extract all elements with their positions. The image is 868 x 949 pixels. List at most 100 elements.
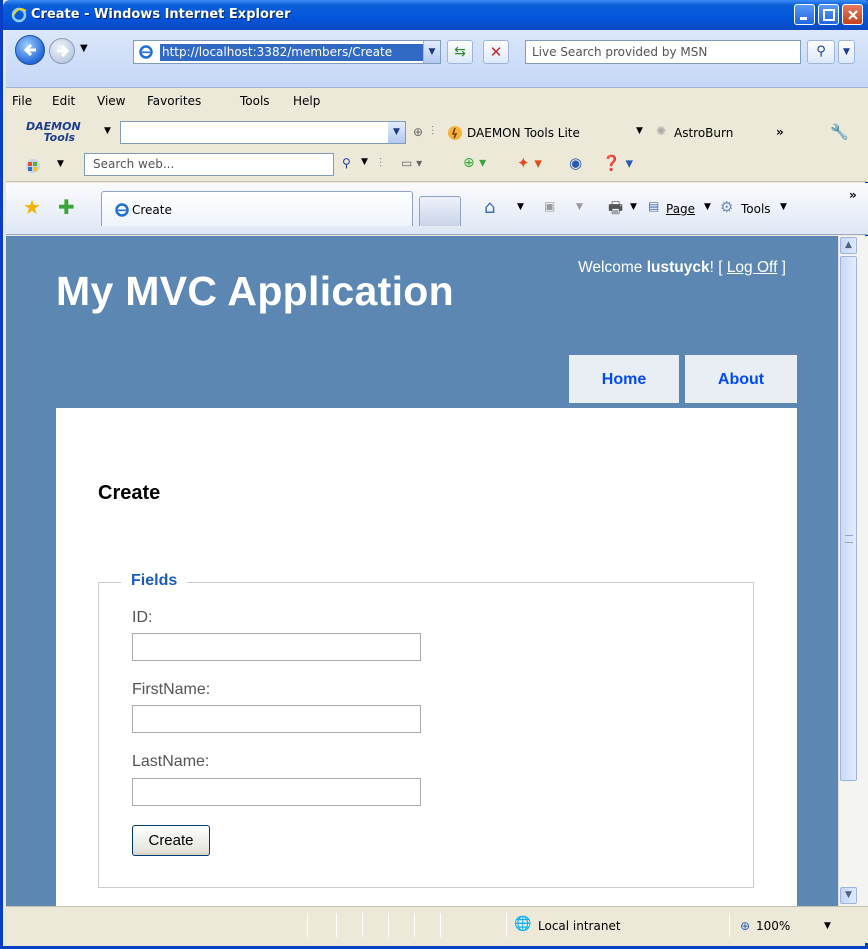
- lastname-label: LastName:: [132, 753, 210, 770]
- menu-view[interactable]: View: [97, 94, 125, 108]
- help-icon[interactable]: ❓ ▾: [602, 154, 633, 172]
- search-options-dropdown[interactable]: ▼: [838, 40, 855, 64]
- intranet-zone-icon: 🌐: [514, 916, 532, 932]
- refresh-button[interactable]: ⇆: [447, 40, 473, 64]
- lastname-input[interactable]: [132, 778, 421, 806]
- live-search-input[interactable]: Live Search provided by MSN: [525, 40, 801, 64]
- daemon-lite-dropdown[interactable]: ▼: [636, 126, 643, 136]
- address-toolbar: ▼ http://localhost:3382/members/Create ▼…: [6, 30, 868, 88]
- daemon-dropdown-arrow[interactable]: ▼: [104, 126, 111, 136]
- status-divider: [388, 913, 389, 937]
- messenger-icon[interactable]: ✦ ▾: [517, 154, 542, 172]
- ie-window: Create - Windows Internet Explorer ▼ htt…: [0, 0, 868, 949]
- page-title: Create: [98, 482, 161, 504]
- nav-about[interactable]: About: [685, 355, 797, 403]
- print-dropdown[interactable]: ▼: [630, 202, 637, 212]
- zoom-dropdown[interactable]: ▼: [824, 921, 831, 931]
- scroll-up-button[interactable]: ▲: [840, 237, 857, 254]
- forward-arrow-icon: [57, 44, 70, 58]
- print-icon[interactable]: 🖶: [608, 197, 623, 224]
- zoom-search-icon[interactable]: ⊕: [413, 125, 423, 139]
- scroll-thumb[interactable]: [840, 256, 857, 781]
- search-icon: ⚲: [816, 44, 826, 59]
- daemon-combo-dropdown[interactable]: ▼: [388, 122, 405, 143]
- recent-pages-dropdown[interactable]: ▼: [80, 43, 88, 54]
- toolbar-overflow[interactable]: »: [776, 125, 784, 139]
- tab-create-label: Create: [132, 203, 172, 217]
- title-bar: Create - Windows Internet Explorer: [3, 0, 868, 30]
- back-arrow-icon: [23, 43, 36, 57]
- stop-button[interactable]: ✕: [483, 40, 509, 64]
- id-input[interactable]: [132, 633, 421, 661]
- windows-menu-dropdown[interactable]: ▼: [57, 159, 64, 169]
- zone-label: Local intranet: [538, 919, 621, 933]
- minimize-button[interactable]: [794, 4, 815, 25]
- search-web-input[interactable]: Search web...: [84, 153, 334, 176]
- window-title: Create - Windows Internet Explorer: [31, 7, 291, 22]
- toolbar-separator-icon: ⫶: [379, 156, 383, 170]
- tab-create[interactable]: Create: [101, 191, 413, 226]
- menu-file[interactable]: File: [12, 94, 32, 108]
- forward-button[interactable]: [49, 38, 75, 64]
- menu-edit[interactable]: Edit: [52, 94, 75, 108]
- create-button[interactable]: Create: [132, 825, 210, 856]
- zoom-level[interactable]: 100%: [756, 919, 790, 933]
- main-content: Create Fields ID: FirstName: LastName: C…: [56, 408, 797, 906]
- windows-logo-icon: [26, 159, 40, 173]
- menu-help[interactable]: Help: [293, 94, 320, 108]
- feeds-dropdown[interactable]: ▼: [576, 202, 583, 212]
- page-dropdown[interactable]: ▼: [704, 202, 711, 212]
- search-toolbar: ▼ Search web... ⚲ ▼ ⫶ ▭ ▾ ⊕ ▾ ✦ ▾ ◉ ❓ ▾: [6, 148, 868, 182]
- add-favorite-icon[interactable]: ✚: [58, 195, 75, 219]
- back-button[interactable]: [15, 35, 45, 65]
- welcome-suffix: ! [: [709, 259, 727, 276]
- fields-fieldset: Fields ID: FirstName: LastName: Create: [98, 572, 754, 888]
- address-url[interactable]: http://localhost:3382/members/Create: [160, 44, 423, 61]
- scroll-down-button[interactable]: ▼: [840, 887, 857, 904]
- feeds-icon[interactable]: ▣: [544, 199, 555, 213]
- daemon-tools-lite-button[interactable]: DAEMON Tools Lite: [467, 126, 580, 140]
- status-divider: [506, 913, 507, 937]
- ie-logo-icon: [11, 7, 27, 23]
- vertical-scrollbar[interactable]: ▲ ▼: [838, 236, 868, 906]
- search-web-dropdown[interactable]: ▼: [361, 157, 368, 167]
- scroll-grip-icon: [845, 535, 853, 543]
- status-bar: 🌐 Local intranet ⊕ 100% ▼: [6, 906, 868, 943]
- tools-dropdown[interactable]: ▼: [780, 202, 787, 212]
- page-viewport: My MVC Application Welcome lustuyck! [ L…: [6, 236, 838, 906]
- zoom-icon: ⊕: [740, 919, 751, 933]
- page-icon: ▤: [648, 199, 660, 213]
- username: lustuyck: [646, 259, 710, 276]
- maximize-button[interactable]: [818, 4, 839, 25]
- menu-favorites[interactable]: Favorites: [147, 94, 201, 108]
- new-tab-button[interactable]: [419, 196, 461, 226]
- home-dropdown[interactable]: ▼: [517, 202, 524, 212]
- news-icon[interactable]: ▭ ▾: [401, 156, 422, 170]
- refresh-icon: ⇆: [454, 44, 466, 60]
- tools-menu[interactable]: Tools: [741, 202, 771, 216]
- astroburn-button[interactable]: AstroBurn: [674, 126, 733, 140]
- favorites-center-icon[interactable]: ★: [23, 195, 41, 219]
- logoff-link[interactable]: Log Off: [727, 259, 778, 276]
- add-green-icon[interactable]: ⊕ ▾: [463, 155, 486, 171]
- maximize-icon: [823, 9, 835, 21]
- fish-icon[interactable]: ◉: [569, 154, 582, 172]
- menu-tools[interactable]: Tools: [240, 94, 270, 108]
- search-web-go-icon[interactable]: ⚲: [342, 156, 351, 170]
- status-divider: [729, 913, 730, 937]
- address-dropdown[interactable]: ▼: [423, 41, 440, 63]
- firstname-input[interactable]: [132, 705, 421, 733]
- status-divider: [414, 913, 415, 937]
- search-button[interactable]: ⚲: [807, 40, 835, 64]
- close-window-button[interactable]: [842, 4, 863, 25]
- page-menu[interactable]: Page: [666, 202, 695, 216]
- site-title: My MVC Application: [56, 268, 454, 314]
- daemon-combo[interactable]: ▼: [120, 121, 406, 144]
- home-icon[interactable]: ⌂: [484, 197, 495, 218]
- minimize-icon: [800, 17, 807, 20]
- address-bar[interactable]: http://localhost:3382/members/Create ▼: [133, 40, 441, 64]
- command-overflow[interactable]: »: [849, 188, 857, 202]
- nav-home[interactable]: Home: [569, 355, 679, 403]
- wrench-icon[interactable]: 🔧: [830, 123, 849, 141]
- stop-icon: ✕: [489, 43, 503, 61]
